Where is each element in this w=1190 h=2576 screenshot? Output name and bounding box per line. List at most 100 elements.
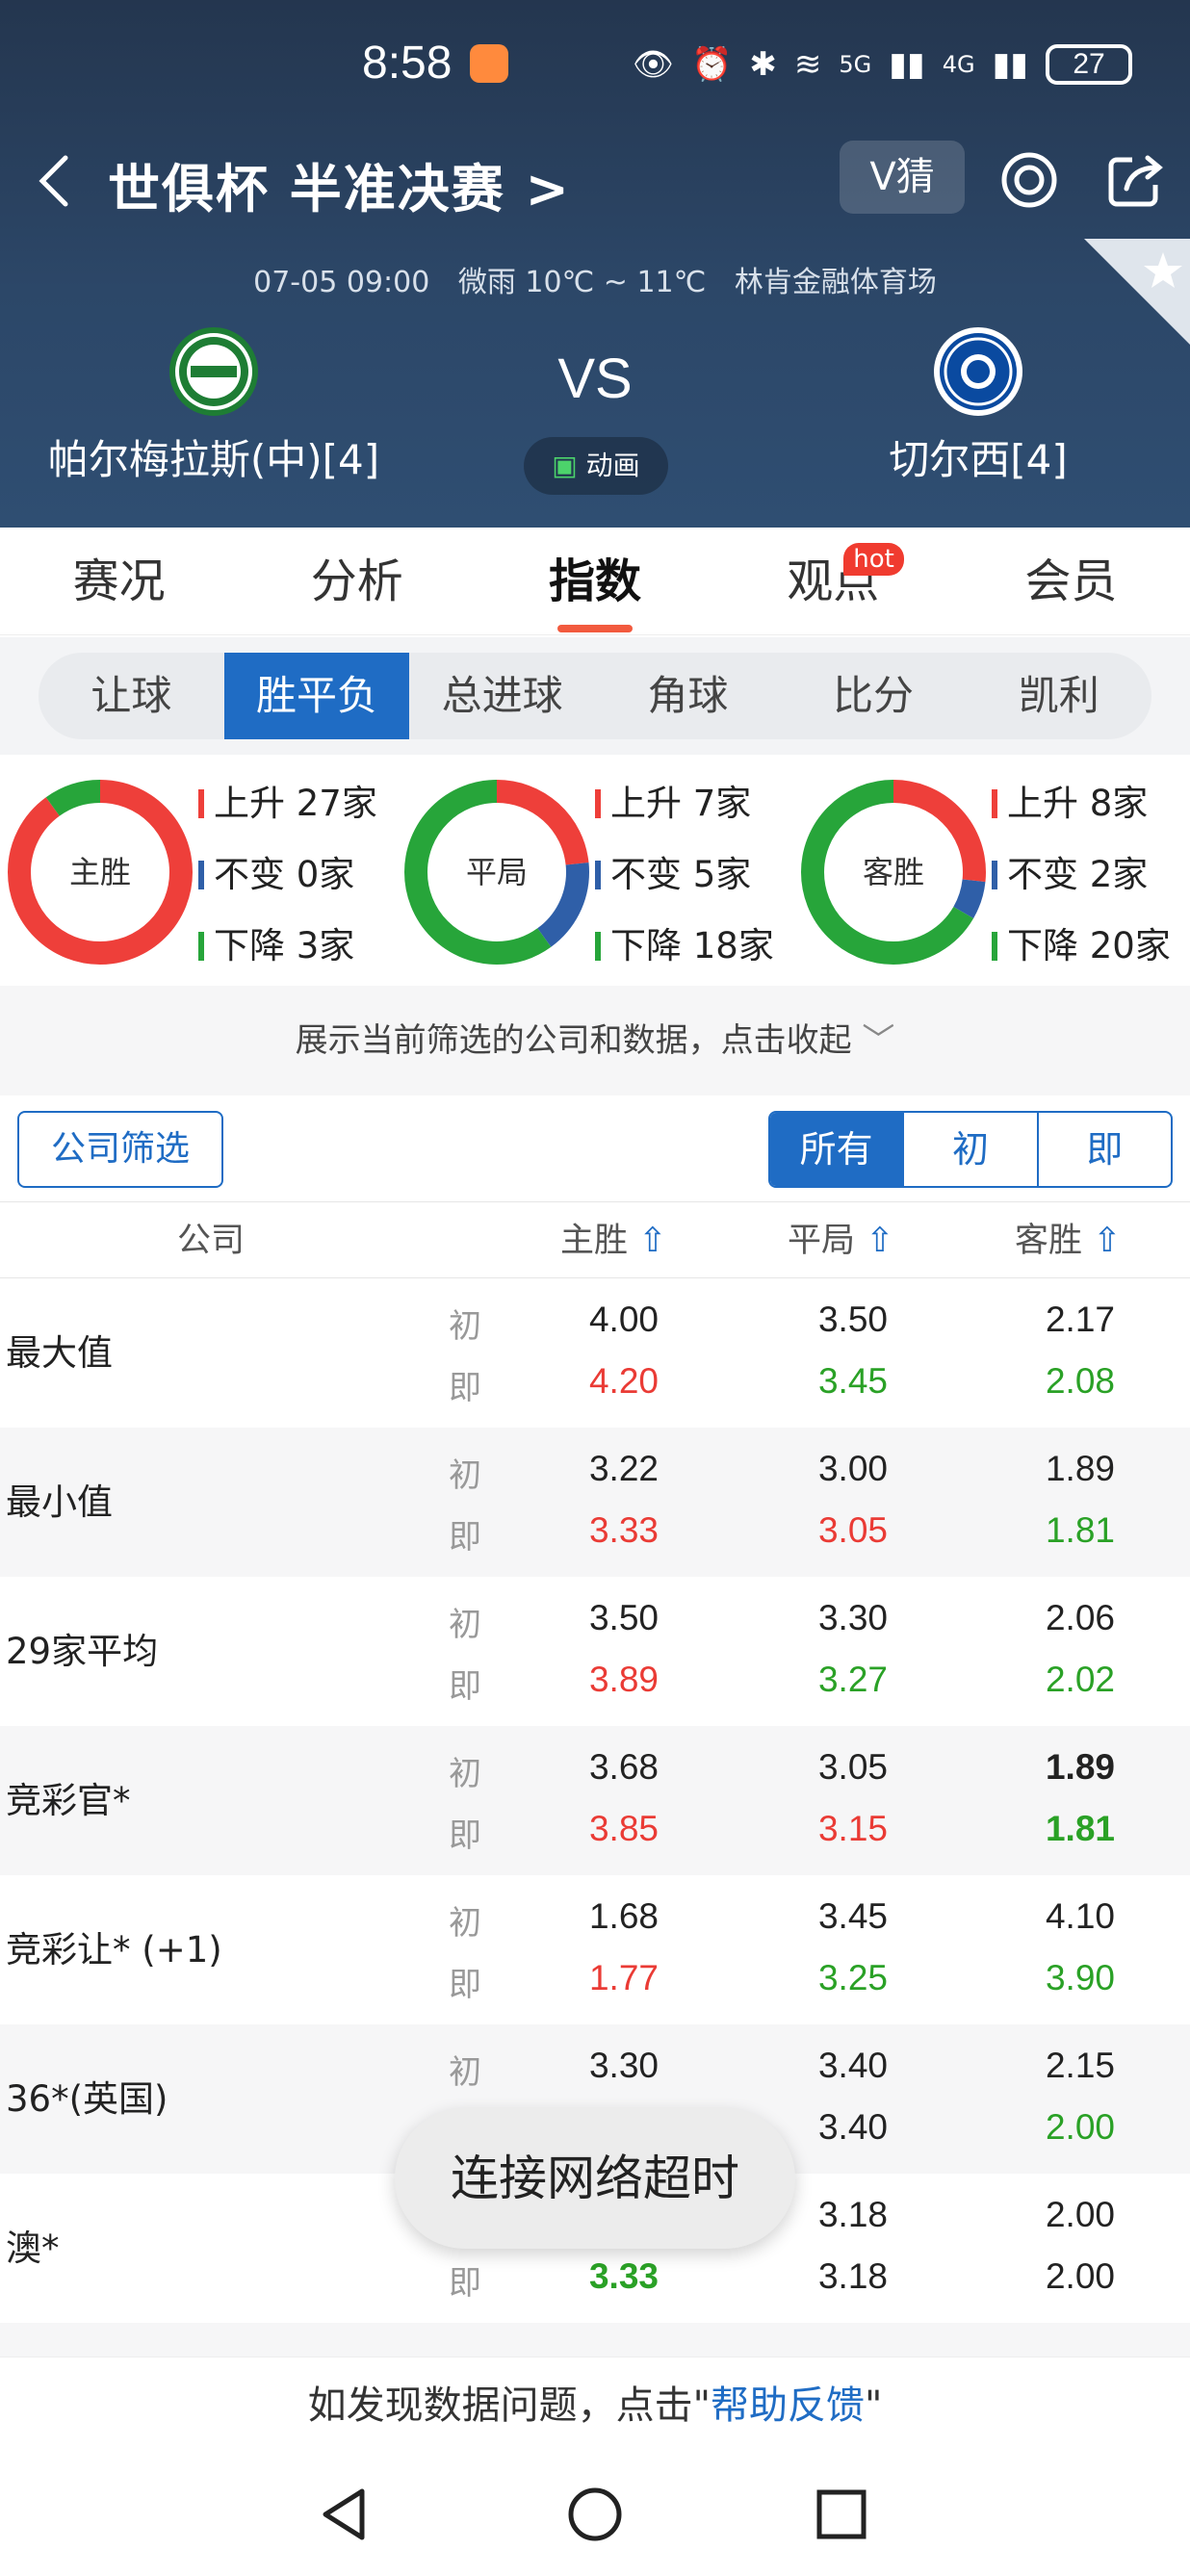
- signal-icon-2: ▮▮: [992, 45, 1028, 84]
- initial-odds-draw: 3.30: [817, 1598, 888, 1637]
- match-datetime: 07-05 09:00: [253, 266, 430, 299]
- signal-icon: ▮▮: [889, 45, 925, 84]
- table-row[interactable]: 竞彩让* (+1) 初即 1.68 1.77 3.45 3.25 4.10 3.90: [0, 1875, 1190, 2024]
- legend-up: 上升 8家: [992, 768, 1171, 839]
- legend-same: 不变 0家: [198, 839, 377, 911]
- initial-tag: 初: [449, 2053, 481, 2092]
- table-row[interactable]: 最大值 初即 4.00 4.20 3.50 3.45 2.17 2.08: [0, 1278, 1190, 1428]
- initial-odds-draw: 3.45: [817, 1896, 888, 1936]
- initial-odds-away: 2.17: [1045, 1300, 1115, 1339]
- live-odds-draw: 3.25: [817, 1958, 888, 1997]
- app-notification-icon: [470, 44, 508, 83]
- animation-button[interactable]: ▣ 动画: [524, 437, 668, 495]
- match-title[interactable]: 世俱杯 半准决赛 >: [108, 146, 571, 222]
- live-odds-home: 1.77: [588, 1958, 659, 1997]
- initial-odds-home: 1.68: [588, 1896, 659, 1936]
- company-name: 36*(英国): [6, 2078, 168, 2120]
- sub-tabs: 让球 胜平负 总进球 角球 比分 凯利: [39, 653, 1151, 739]
- segment-all[interactable]: 所有: [770, 1113, 903, 1186]
- live-tag: 即: [449, 1518, 481, 1557]
- live-odds-home: 3.33: [588, 2256, 659, 2296]
- subtab-kelly[interactable]: 凯利: [966, 653, 1151, 739]
- subtab-handicap[interactable]: 让球: [39, 653, 224, 739]
- header-home-label: 主胜: [560, 1222, 629, 1260]
- subtab-total-goals[interactable]: 总进球: [409, 653, 595, 739]
- v-guess-button[interactable]: V猜: [840, 141, 965, 214]
- away-team[interactable]: 切尔西[4]: [776, 327, 1180, 486]
- nav-recents-icon[interactable]: [811, 2484, 872, 2545]
- share-icon[interactable]: [1103, 148, 1167, 212]
- live-tag: 即: [449, 1966, 481, 2004]
- back-icon[interactable]: [33, 152, 75, 210]
- live-odds-away: 3.90: [1045, 1958, 1115, 1997]
- nav-back-icon[interactable]: [316, 2484, 377, 2545]
- collapse-notice[interactable]: 展示当前筛选的公司和数据，点击收起 ﹀: [0, 986, 1190, 1095]
- donut-group-draw: 平局 上升 7家 不变 5家 下降 18家: [397, 768, 793, 980]
- nav-home-icon[interactable]: [564, 2484, 626, 2545]
- live-odds-home: 3.85: [588, 1809, 659, 1848]
- header-draw-label: 平局: [788, 1222, 856, 1260]
- live-odds-away: 1.81: [1045, 1809, 1115, 1848]
- donut-label-draw: 平局: [465, 854, 528, 890]
- company-name: 最大值: [6, 1332, 113, 1374]
- table-row[interactable]: 竞彩官* 初即 3.68 3.85 3.05 3.15 1.89 1.81: [0, 1726, 1190, 1875]
- company-name: 最小值: [6, 1481, 113, 1523]
- header-draw[interactable]: 平局 ⇧: [788, 1202, 893, 1279]
- pitch-icon: ▣: [552, 450, 578, 481]
- initial-odds-home: 3.22: [588, 1449, 659, 1488]
- live-odds-away: 2.02: [1045, 1660, 1115, 1699]
- legend-up: 上升 7家: [595, 768, 774, 839]
- donut-group-home: 主胜 上升 27家 不变 0家 下降 3家: [0, 768, 397, 980]
- header-home-win[interactable]: 主胜 ⇧: [560, 1202, 666, 1279]
- tab-member[interactable]: 会员: [952, 528, 1190, 634]
- tab-odds[interactable]: 指数: [476, 528, 713, 634]
- tab-analysis[interactable]: 分析: [238, 528, 476, 634]
- collapse-notice-text: 展示当前筛选的公司和数据，点击收起: [295, 1021, 852, 1060]
- live-odds-away: 2.00: [1045, 2107, 1115, 2147]
- live-odds-draw: 3.45: [817, 1361, 888, 1401]
- live-odds-away: 2.00: [1045, 2256, 1115, 2296]
- signal-4g-label: 4G: [942, 51, 975, 78]
- subtab-score[interactable]: 比分: [781, 653, 967, 739]
- sub-tabs-bar: 让球 胜平负 总进球 角球 比分 凯利: [0, 637, 1190, 755]
- company-filter-button[interactable]: 公司筛选: [17, 1111, 223, 1188]
- segment-live[interactable]: 即: [1036, 1113, 1171, 1186]
- initial-odds-away: 1.89: [1045, 1449, 1115, 1488]
- status-bar: 8:58 👁 ⏰ ✱ ≋ 5G ▮▮ 4G ▮▮ 27: [0, 37, 1190, 94]
- donut-label-home: 主胜: [68, 854, 131, 890]
- company-name: 澳*: [6, 2228, 60, 2269]
- live-odds-draw: 3.05: [817, 1510, 888, 1550]
- subtab-1x2[interactable]: 胜平负: [223, 653, 410, 739]
- bluetooth-icon: ✱: [749, 45, 777, 84]
- tab-opinions[interactable]: 观点 hot: [714, 528, 952, 634]
- away-team-name: 切尔西[4]: [889, 436, 1068, 483]
- company-name: 竞彩让* (+1): [6, 1929, 222, 1971]
- donut-label-away: 客胜: [862, 854, 924, 890]
- header-away-win[interactable]: 客胜 ⇧: [1015, 1202, 1121, 1279]
- table-header: 公司 主胜 ⇧ 平局 ⇧ 客胜 ⇧: [0, 1201, 1190, 1278]
- tab-live[interactable]: 赛况: [0, 528, 238, 634]
- match-venue: 林肯金融体育场: [734, 266, 937, 299]
- live-tag: 即: [449, 2264, 481, 2303]
- battery-indicator: 27: [1046, 44, 1132, 85]
- target-icon[interactable]: [997, 148, 1061, 212]
- sort-icon: ⇧: [866, 1222, 894, 1260]
- live-odds-draw: 3.40: [817, 2107, 888, 2147]
- live-odds-draw: 3.18: [817, 2256, 888, 2296]
- initial-odds-home: 4.00: [588, 1300, 659, 1339]
- table-row[interactable]: 29家平均 初即 3.50 3.89 3.30 3.27 2.06 2.02: [0, 1577, 1190, 1726]
- subtab-corners[interactable]: 角球: [595, 653, 781, 739]
- initial-odds-away: 2.15: [1045, 2046, 1115, 2085]
- table-row[interactable]: 最小值 初即 3.22 3.33 3.00 3.05 1.89 1.81: [0, 1428, 1190, 1577]
- initial-odds-home: 3.30: [588, 2046, 659, 2085]
- donut-group-away: 客胜 上升 8家 不变 2家 下降 20家: [793, 768, 1190, 980]
- initial-odds-away: 2.00: [1045, 2195, 1115, 2234]
- help-feedback-link[interactable]: 帮助反馈: [711, 2383, 865, 2428]
- system-nav-bar: [0, 2453, 1190, 2576]
- live-odds-away: 2.08: [1045, 1361, 1115, 1401]
- wifi-icon: ≋: [793, 45, 822, 84]
- segment-initial[interactable]: 初: [902, 1113, 1036, 1186]
- feedback-bar: 如发现数据问题，点击"帮助反馈": [0, 2357, 1190, 2453]
- legend-down: 下降 20家: [992, 911, 1171, 982]
- legend-down: 下降 3家: [198, 911, 377, 982]
